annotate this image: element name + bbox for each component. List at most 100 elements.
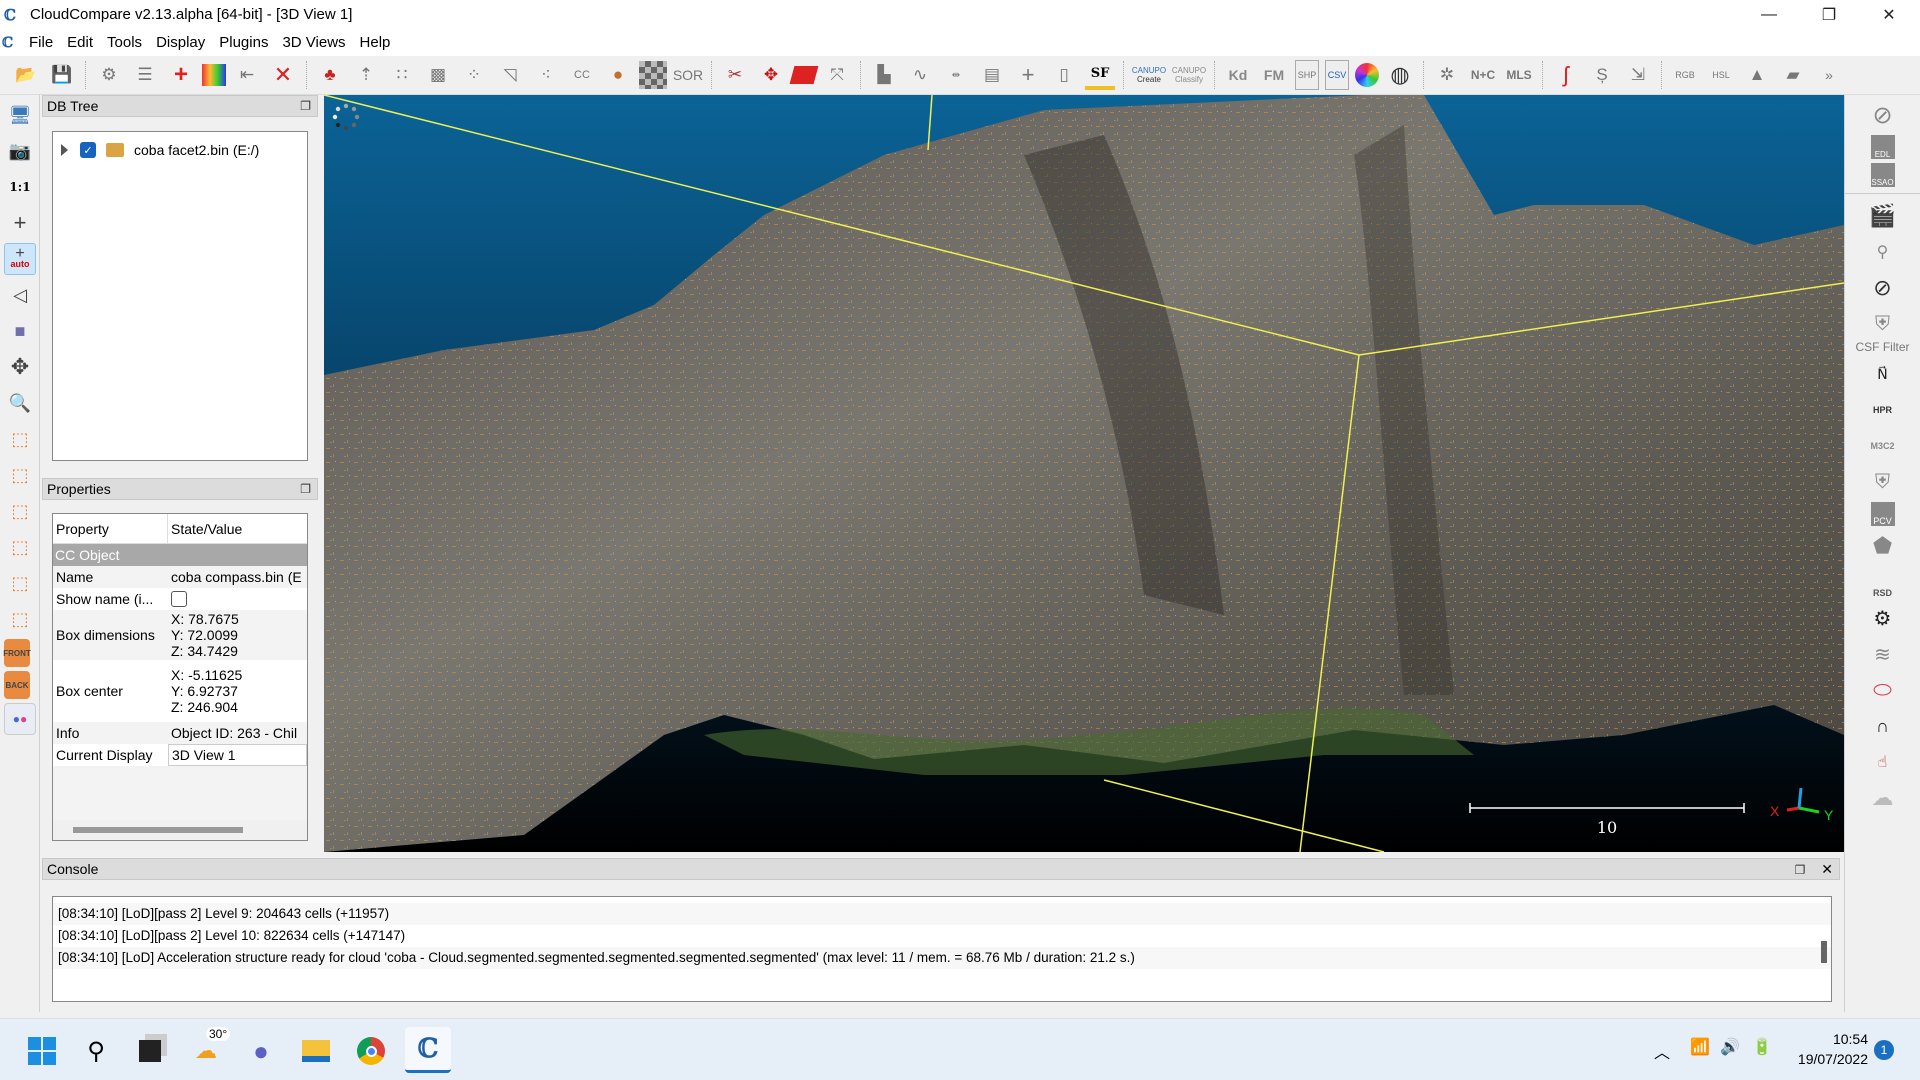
- nc-icon[interactable]: N+C: [1468, 60, 1498, 90]
- minimize-button[interactable]: —: [1740, 0, 1798, 29]
- sf-label-icon[interactable]: SF: [1085, 60, 1115, 90]
- rotate-view-icon[interactable]: ◁: [4, 279, 36, 311]
- point-cloud-render[interactable]: 10 X Y: [324, 95, 1844, 852]
- cloudcompare-taskbar-icon[interactable]: ℂ: [405, 1027, 451, 1073]
- layer-icon[interactable]: ▲: [1742, 60, 1772, 90]
- minmax-icon[interactable]: ⇹: [941, 60, 971, 90]
- restore-button[interactable]: ❐: [1800, 0, 1858, 29]
- sor-icon[interactable]: SOR: [673, 60, 703, 90]
- sf-icon[interactable]: ⇡: [351, 60, 381, 90]
- front-view-icon[interactable]: ⬚: [4, 459, 36, 491]
- animation-icon[interactable]: 🎬: [1865, 200, 1901, 232]
- mls-icon[interactable]: MLS: [1504, 60, 1534, 90]
- camera-icon[interactable]: 📷: [4, 135, 36, 167]
- show-hidden-icons[interactable]: ︿: [1654, 1039, 1670, 1063]
- tree-item[interactable]: ✓ coba facet2.bin (E:/): [53, 138, 307, 162]
- canupo-create-button[interactable]: CANUPO Create: [1132, 60, 1166, 90]
- ssao-shader-button[interactable]: SSAO: [1870, 163, 1895, 187]
- puzzle-icon[interactable]: ✲: [1432, 60, 1462, 90]
- save-icon[interactable]: 💾: [47, 60, 77, 90]
- close-button[interactable]: ✕: [1860, 0, 1918, 29]
- checker-icon[interactable]: [639, 61, 667, 89]
- zoom-icon[interactable]: 🔍: [4, 387, 36, 419]
- horizontal-scrollbar[interactable]: [53, 820, 307, 840]
- translate-icon[interactable]: ✥: [756, 60, 786, 90]
- zoom-1to1-button[interactable]: 1:1: [4, 171, 36, 203]
- color-ramp-icon[interactable]: [202, 64, 226, 86]
- start-button[interactable]: [22, 1031, 62, 1071]
- search-icon[interactable]: ⚲: [76, 1031, 116, 1071]
- menu-edit[interactable]: Edit: [60, 34, 100, 51]
- delete-icon[interactable]: ✕: [268, 60, 298, 90]
- csf-shield-icon[interactable]: ⛨: [1865, 308, 1901, 340]
- task-view-icon[interactable]: [130, 1031, 170, 1071]
- back-iso-button[interactable]: BACK: [4, 671, 30, 699]
- scatter-icon[interactable]: ⁖: [531, 60, 561, 90]
- rsd-icon[interactable]: RSD: [1865, 566, 1901, 598]
- ellipse-icon[interactable]: ⬭: [1865, 674, 1901, 706]
- csv-icon[interactable]: CSV: [1325, 60, 1349, 90]
- histogram-icon[interactable]: ▙: [869, 60, 899, 90]
- 3d-view[interactable]: 10 X Y: [324, 95, 1844, 852]
- kd-icon[interactable]: Kd: [1223, 60, 1253, 90]
- no-shader-icon[interactable]: ⊘: [1865, 99, 1901, 131]
- m3c2-icon[interactable]: M3C2: [1865, 430, 1901, 462]
- perspective-cube-icon[interactable]: ■: [4, 315, 36, 347]
- display-settings-icon[interactable]: 🖥: [4, 99, 36, 131]
- shield-icon[interactable]: ⛨: [1865, 466, 1901, 498]
- undock-icon[interactable]: ❐: [1795, 863, 1806, 877]
- curve-icon[interactable]: ʃ: [1551, 60, 1581, 90]
- compass-icon[interactable]: ⊘: [1865, 272, 1901, 304]
- sample-icon[interactable]: ♣: [315, 60, 345, 90]
- rgb-icon[interactable]: RGB: [1670, 60, 1700, 90]
- gears-icon[interactable]: ⚙: [1865, 602, 1901, 634]
- globe-icon[interactable]: ◍: [1385, 60, 1415, 90]
- edl-shader-button[interactable]: EDL: [1870, 135, 1895, 159]
- chat-icon[interactable]: ●: [241, 1031, 281, 1071]
- visibility-checkbox[interactable]: ✓: [80, 142, 96, 158]
- list-icon[interactable]: ☰: [130, 60, 160, 90]
- top-view-icon[interactable]: ⬚: [4, 423, 36, 455]
- polygon-icon[interactable]: ⬟: [1865, 530, 1901, 562]
- menu-3d-views[interactable]: 3D Views: [275, 34, 352, 51]
- pcv-icon[interactable]: PCV: [1870, 502, 1895, 526]
- move-icon[interactable]: ✥: [4, 351, 36, 383]
- shp-icon[interactable]: SHP: [1295, 60, 1319, 90]
- clock[interactable]: 10:54 19/07/2022: [1780, 1029, 1868, 1069]
- close-console-icon[interactable]: ✕: [1821, 861, 1833, 877]
- battery-icon[interactable]: 🔋: [1752, 1037, 1772, 1057]
- crosshair-icon[interactable]: +: [4, 207, 36, 239]
- stereo-icon[interactable]: ● ●: [4, 703, 36, 735]
- file-explorer-icon[interactable]: [296, 1031, 336, 1071]
- hpr-icon[interactable]: HPR: [1865, 394, 1901, 426]
- tree-item-label[interactable]: coba facet2.bin (E:/): [134, 142, 259, 158]
- cross-section-icon[interactable]: [789, 66, 819, 84]
- left-side-view-icon[interactable]: ⬚: [4, 495, 36, 527]
- cloud-ruler-icon[interactable]: ☁: [1865, 782, 1901, 814]
- console-log[interactable]: [08:34:10] [LoD][pass 2] Level 9: 204643…: [52, 896, 1832, 1002]
- fm-icon[interactable]: FM: [1259, 60, 1289, 90]
- expand-arrow-icon[interactable]: [61, 144, 68, 156]
- menu-file[interactable]: File: [22, 34, 60, 51]
- weather-widget[interactable]: ☁ 30°: [186, 1027, 231, 1071]
- h-icon[interactable]: ▰: [1778, 60, 1808, 90]
- segment-icon[interactable]: ✂: [720, 60, 750, 90]
- wifi-icon[interactable]: 📶: [1690, 1037, 1710, 1057]
- front-iso-button[interactable]: FRONT: [3, 639, 31, 667]
- current-display-select[interactable]: 3D View 1: [168, 744, 307, 766]
- show-name-checkbox[interactable]: [171, 591, 187, 607]
- noise-icon[interactable]: ⁘: [459, 60, 489, 90]
- subsample-icon[interactable]: ∷: [387, 60, 417, 90]
- menu-help[interactable]: Help: [353, 34, 398, 51]
- capsule-icon[interactable]: ●: [603, 60, 633, 90]
- calc-icon[interactable]: ▤: [977, 60, 1007, 90]
- mdi-logo-icon[interactable]: ℂ: [2, 35, 22, 51]
- export-icon[interactable]: ⇤: [232, 60, 262, 90]
- canupo-classify-button[interactable]: CANUPO Classify: [1172, 60, 1206, 90]
- console-scrollbar[interactable]: [1821, 941, 1827, 963]
- pick-icon[interactable]: ⤧: [822, 60, 852, 90]
- auto-pivot-button[interactable]: + auto: [4, 243, 36, 275]
- name-value-field[interactable]: coba compass.bin (E: [168, 566, 307, 588]
- north-arrow-icon[interactable]: N⃗: [1865, 358, 1901, 390]
- column-header-property[interactable]: Property: [53, 514, 168, 543]
